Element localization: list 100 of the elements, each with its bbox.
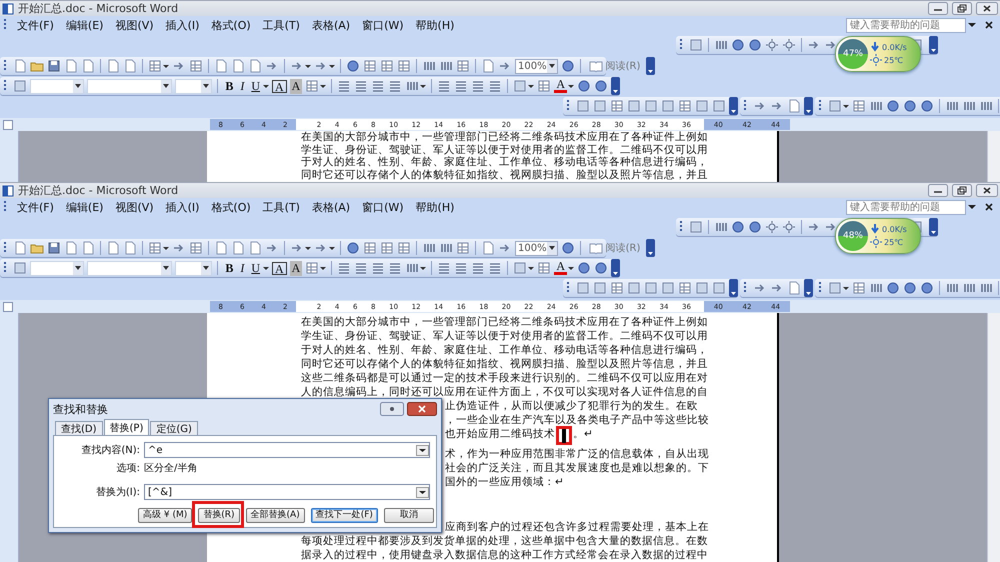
format-button[interactable]: B	[223, 260, 236, 276]
restore-button[interactable]	[952, 184, 972, 197]
sun-icon[interactable]	[765, 220, 779, 234]
lines-icon[interactable]	[488, 261, 502, 275]
close-button[interactable]	[407, 402, 437, 416]
grid-icon[interactable]	[610, 281, 624, 295]
bars-icon[interactable]	[714, 220, 728, 234]
circle-icon[interactable]	[594, 79, 608, 93]
menu-item[interactable]: 表格(A)	[306, 198, 356, 216]
square-icon[interactable]	[695, 99, 709, 113]
format-button[interactable]: U	[249, 260, 262, 276]
page-icon[interactable]	[231, 59, 245, 73]
dialog-button[interactable]: 高级 ¥ (M)	[138, 508, 192, 523]
square-icon[interactable]	[689, 38, 703, 52]
grid-icon[interactable]	[189, 241, 203, 255]
lines-icon[interactable]	[454, 79, 468, 93]
lines-icon[interactable]	[488, 79, 502, 93]
grid-icon[interactable]	[189, 59, 203, 73]
minimize-button[interactable]	[928, 2, 948, 15]
format-button[interactable]: A	[290, 78, 302, 94]
bars-icon[interactable]	[945, 99, 959, 113]
menu-item[interactable]: 视图(V)	[110, 198, 159, 216]
page-icon[interactable]	[123, 241, 137, 255]
close-button[interactable]	[976, 184, 998, 197]
scroll-bar[interactable]	[987, 131, 1000, 182]
circle-icon[interactable]	[903, 99, 917, 113]
menu-item[interactable]: 插入(I)	[160, 198, 204, 216]
page-icon[interactable]	[481, 59, 495, 73]
dialog-button[interactable]: 查找下一处(F)	[310, 508, 378, 523]
scroll-bar[interactable]	[987, 313, 1000, 562]
find-what-field[interactable]: ^e	[144, 442, 430, 458]
square-icon[interactable]	[13, 79, 27, 93]
menu-item[interactable]: 格式(O)	[206, 16, 256, 34]
toolbar-options-button[interactable]	[646, 57, 656, 75]
page-icon[interactable]	[214, 59, 228, 73]
bars-icon[interactable]	[869, 281, 883, 295]
page-icon[interactable]	[106, 241, 120, 255]
square-icon[interactable]	[627, 281, 641, 295]
square-icon[interactable]	[13, 261, 27, 275]
toolbar-options-button[interactable]	[804, 97, 813, 115]
square-icon[interactable]	[576, 99, 590, 113]
lines-icon[interactable]	[437, 261, 452, 275]
menu-item[interactable]: 表格(A)	[306, 16, 356, 34]
circle-icon[interactable]	[346, 241, 360, 255]
help-search-field[interactable]: 键入需要帮助的问题	[846, 18, 966, 32]
menu-item[interactable]: 工具(T)	[258, 16, 305, 34]
dialog-button[interactable]: 替换(R)	[198, 508, 240, 523]
page-icon[interactable]	[106, 59, 120, 73]
page-icon[interactable]	[248, 59, 262, 73]
lines-icon[interactable]	[437, 79, 452, 93]
circle-icon[interactable]	[560, 241, 575, 255]
grid-icon[interactable]	[397, 241, 411, 255]
square-icon[interactable]	[576, 281, 590, 295]
toolbar-options-button[interactable]	[729, 97, 738, 115]
help-button[interactable]	[380, 402, 404, 416]
bars-icon[interactable]	[945, 281, 959, 295]
format-button[interactable]: B	[223, 78, 236, 94]
grid-icon[interactable]	[363, 59, 377, 73]
minimize-button[interactable]	[928, 184, 948, 197]
circle-icon[interactable]	[886, 281, 900, 295]
bars-icon[interactable]	[979, 99, 993, 113]
bars-icon[interactable]	[439, 59, 453, 73]
bars-icon[interactable]	[405, 79, 420, 93]
square-icon[interactable]	[661, 99, 675, 113]
bars-icon[interactable]	[869, 99, 883, 113]
format-button[interactable]: I	[238, 78, 246, 94]
toolbar-options-button[interactable]	[929, 218, 938, 236]
menu-item[interactable]: 编辑(E)	[60, 198, 108, 216]
circle-icon[interactable]	[920, 281, 934, 295]
square-icon[interactable]	[644, 99, 658, 113]
tab-selector-button[interactable]	[3, 302, 13, 312]
menu-item[interactable]: 工具(T)	[258, 198, 305, 216]
combo-box[interactable]	[174, 78, 212, 94]
menu-item[interactable]: 帮助(H)	[410, 198, 460, 216]
tab-selector-button[interactable]	[3, 120, 13, 130]
grid-icon[interactable]	[456, 59, 470, 73]
circle-icon[interactable]	[731, 220, 745, 234]
toolbar-options-button[interactable]	[611, 77, 620, 95]
circle-icon[interactable]	[577, 79, 592, 93]
sun-icon[interactable]	[765, 38, 779, 52]
dialog-tab[interactable]: 替换(P)	[104, 419, 150, 435]
bars-icon[interactable]	[405, 261, 420, 275]
circle-icon[interactable]	[594, 261, 608, 275]
format-button[interactable]: A	[272, 262, 287, 274]
lines-icon[interactable]	[337, 261, 352, 275]
page-icon[interactable]	[231, 241, 245, 255]
lines-icon[interactable]	[354, 79, 368, 93]
menu-item[interactable]: 文件(F)	[12, 16, 59, 34]
lines-icon[interactable]	[471, 261, 486, 275]
square-icon[interactable]	[627, 99, 641, 113]
help-search-field[interactable]: 键入需要帮助的问题	[846, 200, 966, 214]
bars-icon[interactable]	[422, 59, 436, 73]
toolbar-options-button[interactable]	[729, 279, 738, 297]
menu-item[interactable]: 视图(V)	[110, 16, 159, 34]
dialog-button[interactable]: 取消	[384, 508, 434, 523]
page-icon[interactable]	[123, 59, 137, 73]
bars-icon[interactable]	[979, 281, 993, 295]
circle-icon[interactable]	[731, 38, 745, 52]
dialog-button[interactable]: 全部替换(A)	[246, 508, 305, 523]
toolbar-options-button[interactable]	[611, 259, 620, 277]
